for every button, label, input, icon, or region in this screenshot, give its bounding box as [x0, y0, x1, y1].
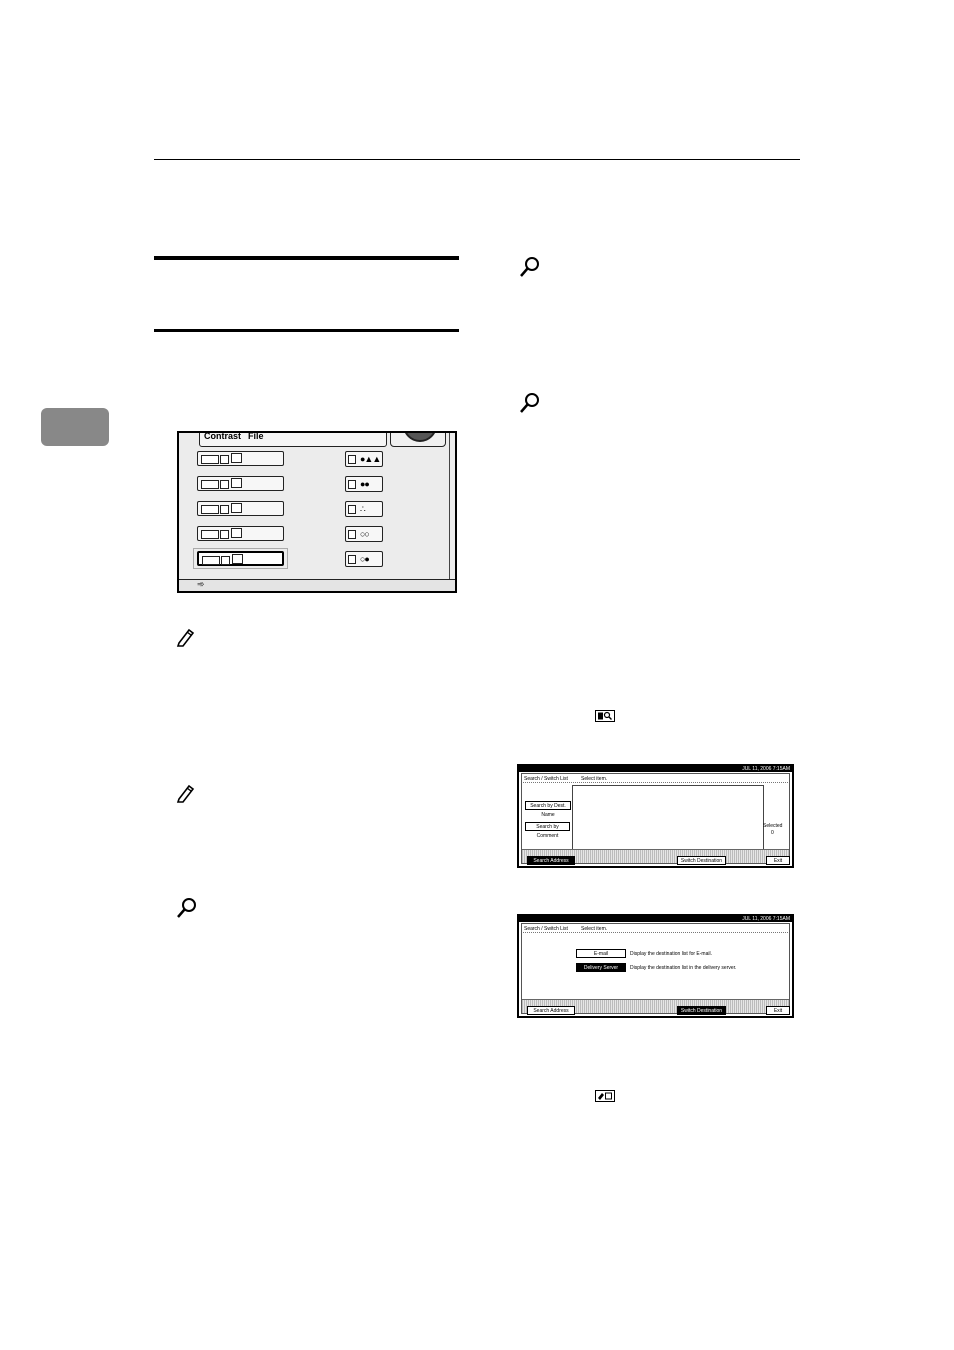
header-rule [154, 159, 800, 160]
panel-top-bar: Contrast File [199, 431, 387, 447]
pencil-icon [176, 628, 195, 647]
section-top-rule [154, 256, 459, 260]
search-switch-list-screen-1: JUL 11, 2006 7:15AM Search / Switch List… [517, 764, 794, 868]
panel-right-edge [449, 433, 455, 579]
switch-list-key-icon [595, 1090, 615, 1102]
panel-key-2 [197, 476, 284, 491]
book-original-icon [231, 503, 242, 513]
magnifier-icon [520, 257, 539, 277]
search-destination-key-icon [595, 710, 615, 722]
switch-destination-list-tab[interactable]: Switch Destination List [677, 856, 726, 865]
panel-dial [390, 433, 446, 447]
switch-destination-list-tab[interactable]: Switch Destination List [677, 1006, 726, 1015]
email-description: Display the destination list for E-mail. [630, 951, 712, 957]
exit-button[interactable]: Exit [766, 856, 790, 865]
search-switch-list-screen-2: JUL 11, 2006 7:15AM Search / Switch List… [517, 914, 794, 1018]
start-arrow-icon: ➾ [197, 579, 205, 589]
panel-right-key-2: ●● [345, 476, 383, 492]
duplex-original-icon [231, 478, 242, 488]
section-bottom-rule [154, 329, 459, 332]
control-panel-illustration: Contrast File ●▲▲ ●● ∴ ○○ ○● ➾ [177, 431, 457, 593]
magnifier-icon [177, 898, 196, 918]
selected-label: Selected [763, 823, 783, 829]
delivery-server-button[interactable]: Delivery Server [576, 963, 626, 972]
original-icon [231, 453, 242, 463]
exit-button[interactable]: Exit [766, 1006, 790, 1015]
selected-count: 0 [771, 830, 774, 836]
status-bar: JUL 11, 2006 7:15AM [519, 766, 792, 772]
tray-icon [231, 528, 242, 538]
edit-icon [232, 554, 243, 564]
panel-key-3 [197, 501, 284, 516]
search-by-comment-button[interactable]: Search by Comment [525, 822, 570, 839]
chapter-tab [41, 408, 109, 446]
status-bar: JUL 11, 2006 7:15AM [519, 916, 792, 922]
search-address-book-tab[interactable]: Search Address Book [527, 1006, 575, 1015]
magnifier-icon [520, 393, 539, 413]
contrast-label: Contrast [204, 431, 242, 441]
pencil-icon [176, 784, 195, 803]
file-label: File [248, 431, 264, 441]
search-results-list [572, 785, 764, 853]
delivery-server-description: Display the destination list in the deli… [630, 965, 737, 971]
email-button[interactable]: E-mail [576, 949, 626, 958]
panel-right-key-4: ○○ [345, 526, 383, 542]
panel-key-highlighted [193, 548, 288, 569]
header-divider [523, 932, 788, 933]
panel-key-1 [197, 451, 284, 466]
panel-key-4 [197, 526, 284, 541]
panel-bottom-bar: ➾ [179, 579, 455, 591]
search-address-book-tab[interactable]: Search Address Book [527, 856, 575, 865]
panel-right-key-3: ∴ [345, 501, 383, 517]
search-by-dest-name-button[interactable]: Search by Dest. Name [525, 801, 571, 818]
panel-right-key-1: ●▲▲ [345, 451, 383, 467]
header-divider [523, 782, 788, 783]
panel-right-key-5: ○● [345, 551, 383, 567]
